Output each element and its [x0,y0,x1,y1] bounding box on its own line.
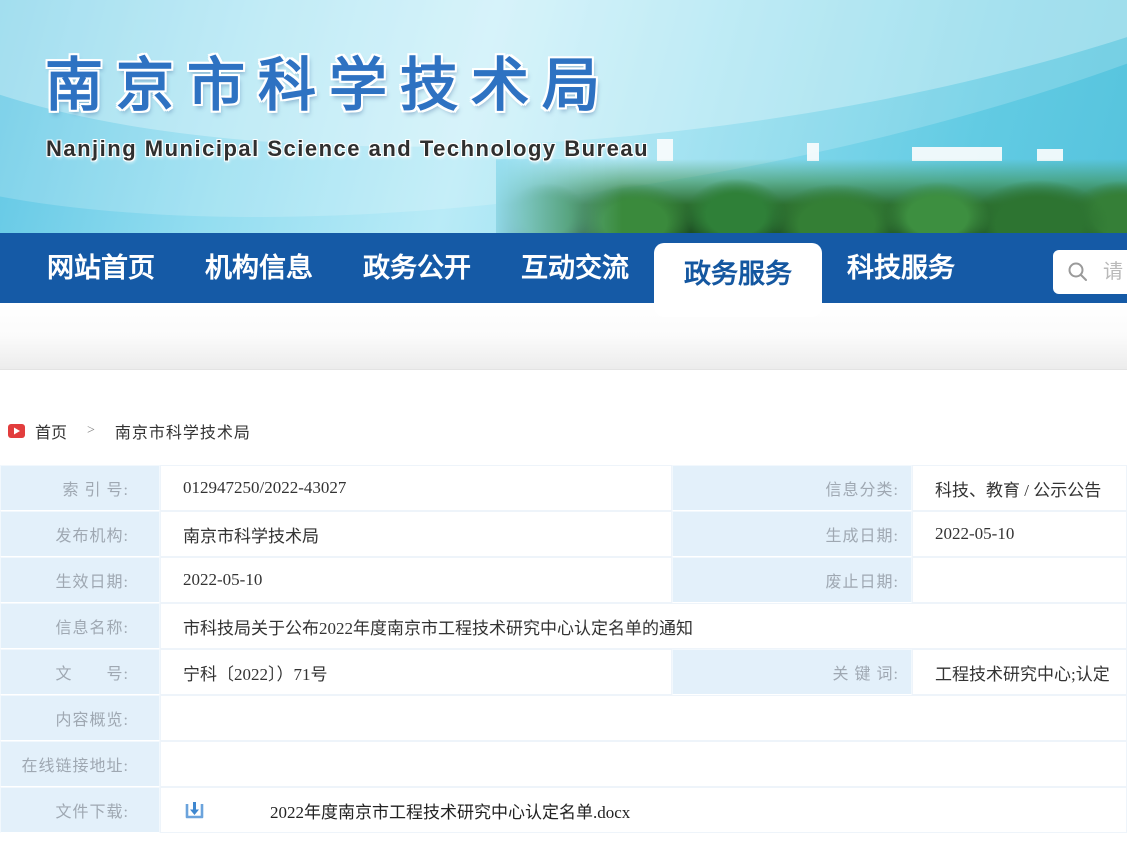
nav-item-interaction[interactable]: 互动交流 [496,233,654,303]
search-icon [1067,261,1089,283]
publisher-value: 南京市科学技术局 [160,511,672,557]
info-name-value: 市科技局关于公布2022年度南京市工程技术研究中心认定名单的通知 [160,603,1127,649]
summary-value [160,695,1127,741]
table-row: 发布机构: 南京市科学技术局 生成日期: 2022-05-10 [0,511,1127,557]
download-file-link[interactable]: 2022年度南京市工程技术研究中心认定名单.docx [270,798,630,823]
index-number-label: 索 引 号: [0,465,160,511]
breadcrumb-separator: > [87,423,95,439]
nav-item-tech-services[interactable]: 科技服务 [822,233,980,303]
nav-item-gov-services[interactable]: 政务服务 [654,243,822,317]
site-title-chinese: 南京市科学技术局 [45,38,613,122]
keywords-label: 关 键 词: [672,649,912,695]
table-row: 信息名称: 市科技局关于公布2022年度南京市工程技术研究中心认定名单的通知 [0,603,1127,649]
breadcrumb: 首页 > 南京市科学技术局 [8,420,1127,442]
online-link-label: 在线链接地址: [0,741,160,787]
summary-label: 内容概览: [0,695,160,741]
created-date-label: 生成日期: [672,511,912,557]
breadcrumb-current-page: 南京市科学技术局 [115,419,251,443]
banner-treeline [496,159,1127,233]
file-download-label: 文件下载: [0,787,160,833]
banner-buildings [657,139,1087,161]
table-row: 索 引 号: 012947250/2022-43027 信息分类: 科技、教育 … [0,465,1127,511]
nav-item-home[interactable]: 网站首页 [22,233,180,303]
breadcrumb-home-icon [8,424,25,438]
banner: 南京市科学技术局 Nanjing Municipal Science and T… [0,0,1127,233]
expiry-date-value [912,557,1127,603]
nav-subband [0,303,1127,370]
effective-date-value: 2022-05-10 [160,557,672,603]
page: 南京市科学技术局 Nanjing Municipal Science and T… [0,0,1127,845]
online-link-value [160,741,1127,787]
table-row: 文件下载: 2022年度南京市工程技术研究中心认定名单.docx [0,787,1127,833]
doc-number-label: 文 号: [0,649,160,695]
keywords-value: 工程技术研究中心;认定 [912,649,1127,695]
doc-number-value: 宁科〔2022〕）71号 [160,649,672,695]
index-number-value: 012947250/2022-43027 [160,465,672,511]
info-name-label: 信息名称: [0,603,160,649]
table-row: 文 号: 宁科〔2022〕）71号 关 键 词: 工程技术研究中心;认定 [0,649,1127,695]
main-navigation: 网站首页 机构信息 政务公开 互动交流 政务服务 科技服务 [0,233,1127,303]
document-info-table: 索 引 号: 012947250/2022-43027 信息分类: 科技、教育 … [0,465,1127,833]
info-category-label: 信息分类: [672,465,912,511]
download-icon[interactable] [183,799,206,822]
nav-item-org-info[interactable]: 机构信息 [180,233,338,303]
breadcrumb-home-link[interactable]: 首页 [35,419,67,443]
table-row: 在线链接地址: [0,741,1127,787]
expiry-date-label: 废止日期: [672,557,912,603]
site-title-english: Nanjing Municipal Science and Technology… [46,136,649,162]
search-box[interactable] [1053,250,1127,294]
table-row: 生效日期: 2022-05-10 废止日期: [0,557,1127,603]
info-category-value: 科技、教育 / 公示公告 [912,465,1127,511]
table-row: 内容概览: [0,695,1127,741]
search-input[interactable] [1103,261,1127,284]
publisher-label: 发布机构: [0,511,160,557]
created-date-value: 2022-05-10 [912,511,1127,557]
nav-item-gov-disclosure[interactable]: 政务公开 [338,233,496,303]
effective-date-label: 生效日期: [0,557,160,603]
